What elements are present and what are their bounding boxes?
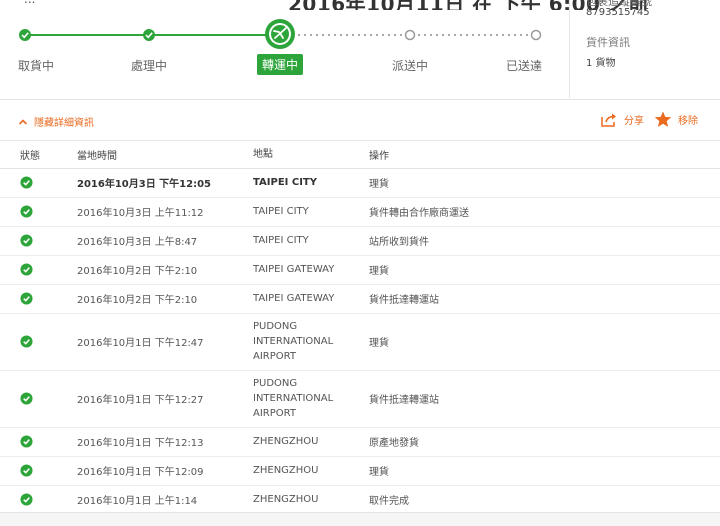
- column-header-action: 操作: [369, 141, 720, 169]
- table-header-row: 狀態 當地時間 地點 操作: [0, 141, 720, 169]
- shipment-side-panel: 8793515745 貨件資訊 1 貨物: [586, 7, 650, 69]
- step-done-icon: [19, 29, 31, 41]
- row-time: 2016年10月3日 上午11:12: [77, 197, 253, 227]
- check-circle-icon: [20, 335, 33, 348]
- detail-actions: 分享 移除: [600, 111, 698, 128]
- table-row: 2016年10月2日 下午2:10 TAIPEI GATEWAY 理貨: [0, 255, 720, 285]
- row-action: 站所收到貨件: [369, 226, 720, 256]
- row-location: TAIPEI CITY: [253, 168, 369, 198]
- check-circle-icon: [20, 392, 33, 405]
- row-location: PUDONG INTERNATIONAL AIRPORT: [253, 313, 369, 371]
- step-label-in-transit: 轉運中: [256, 54, 304, 75]
- shipment-progress: 取貨中 處理中 轉運中 派送中 已送達: [0, 0, 570, 100]
- tracking-number: 8793515745: [586, 7, 650, 18]
- remove-label: 移除: [678, 116, 698, 127]
- star-icon: [654, 111, 672, 127]
- row-time: 2016年10月2日 下午2:10: [77, 255, 253, 285]
- step-pending-icon: [404, 29, 416, 41]
- row-time: 2016年10月1日 下午12:13: [77, 427, 253, 457]
- shipment-info-heading: 貨件資訊: [586, 36, 630, 49]
- chevron-up-icon: [18, 118, 28, 125]
- column-header-time: 當地時間: [77, 141, 253, 169]
- step-label-processing: 處理中: [130, 59, 168, 73]
- table-row: 2016年10月1日 下午12:13 ZHENGZHOU 原產地發貨: [0, 427, 720, 457]
- step-label-pickup: 取貨中: [17, 59, 55, 73]
- row-location: TAIPEI CITY: [253, 197, 369, 227]
- hide-details-label: 隱藏詳細資訊: [34, 118, 94, 129]
- table-row: 2016年10月3日 上午8:47 TAIPEI CITY 站所收到貨件: [0, 226, 720, 256]
- row-location: ZHENGZHOU: [253, 427, 369, 457]
- row-time: 2016年10月1日 下午12:27: [77, 370, 253, 428]
- column-header-location: 地點: [253, 141, 369, 169]
- footer-band: [0, 512, 720, 526]
- side-divider: [569, 0, 570, 98]
- row-time: 2016年10月1日 上午1:14: [77, 485, 253, 514]
- check-circle-icon: [20, 492, 33, 506]
- check-circle-icon: [20, 292, 33, 305]
- share-label: 分享: [624, 116, 644, 127]
- step-done-icon: [143, 29, 155, 41]
- row-action: 貨件抵達轉運站: [369, 284, 720, 314]
- airplane-icon: [265, 19, 295, 49]
- share-button[interactable]: 分享: [600, 112, 644, 128]
- hide-details-toggle[interactable]: 隱藏詳細資訊: [18, 114, 94, 129]
- progress-track: [19, 19, 542, 49]
- tracking-history-table: 狀態 當地時間 地點 操作 2016年10月3日 下午12:05 TAIPEI …: [0, 141, 720, 514]
- row-action: 原產地發貨: [369, 427, 720, 457]
- step-label-delivered: 已送達: [505, 59, 543, 73]
- column-header-status: 狀態: [0, 141, 77, 169]
- row-action: 理貨: [369, 313, 720, 371]
- step-pending-icon: [530, 29, 542, 41]
- table-row: 2016年10月1日 下午12:09 ZHENGZHOU 理貨: [0, 456, 720, 486]
- share-icon: [601, 113, 616, 127]
- row-time: 2016年10月1日 下午12:47: [77, 313, 253, 371]
- check-circle-icon: [20, 234, 33, 247]
- row-time: 2016年10月3日 上午8:47: [77, 226, 253, 256]
- row-action: 理貨: [369, 456, 720, 486]
- row-location: PUDONG INTERNATIONAL AIRPORT: [253, 370, 369, 428]
- shipment-info-value: 1 貨物: [586, 58, 616, 69]
- table-row: 2016年10月1日 下午12:27 PUDONG INTERNATIONAL …: [0, 370, 720, 428]
- row-action: 理貨: [369, 168, 720, 198]
- row-location: TAIPEI GATEWAY: [253, 284, 369, 314]
- row-time: 2016年10月1日 下午12:09: [77, 456, 253, 486]
- table-row: 2016年10月2日 下午2:10 TAIPEI GATEWAY 貨件抵達轉運站: [0, 284, 720, 314]
- table-row: 2016年10月1日 上午1:14 ZHENGZHOU 取件完成: [0, 485, 720, 514]
- table-row: 2016年10月1日 下午12:47 PUDONG INTERNATIONAL …: [0, 313, 720, 371]
- check-circle-icon: [20, 464, 33, 477]
- check-circle-icon: [20, 205, 33, 218]
- row-location: ZHENGZHOU: [253, 485, 369, 514]
- table-row: 2016年10月3日 上午11:12 TAIPEI CITY 貨件轉由合作廠商運…: [0, 197, 720, 227]
- divider: [0, 99, 720, 100]
- row-action: 理貨: [369, 255, 720, 285]
- check-circle-icon: [20, 263, 33, 276]
- row-action: 取件完成: [369, 485, 720, 514]
- step-label-out-for-delivery: 派送中: [391, 59, 429, 73]
- row-location: TAIPEI GATEWAY: [253, 255, 369, 285]
- row-time: 2016年10月3日 下午12:05: [77, 168, 253, 198]
- row-time: 2016年10月2日 下午2:10: [77, 284, 253, 314]
- row-action: 貨件抵達轉運站: [369, 370, 720, 428]
- row-location: TAIPEI CITY: [253, 226, 369, 256]
- row-action: 貨件轉由合作廠商運送: [369, 197, 720, 227]
- check-circle-icon: [20, 435, 33, 448]
- row-location: ZHENGZHOU: [253, 456, 369, 486]
- check-circle-icon: [20, 176, 33, 189]
- table-row: 2016年10月3日 下午12:05 TAIPEI CITY 理貨: [0, 168, 720, 198]
- remove-button[interactable]: 移除: [654, 111, 698, 128]
